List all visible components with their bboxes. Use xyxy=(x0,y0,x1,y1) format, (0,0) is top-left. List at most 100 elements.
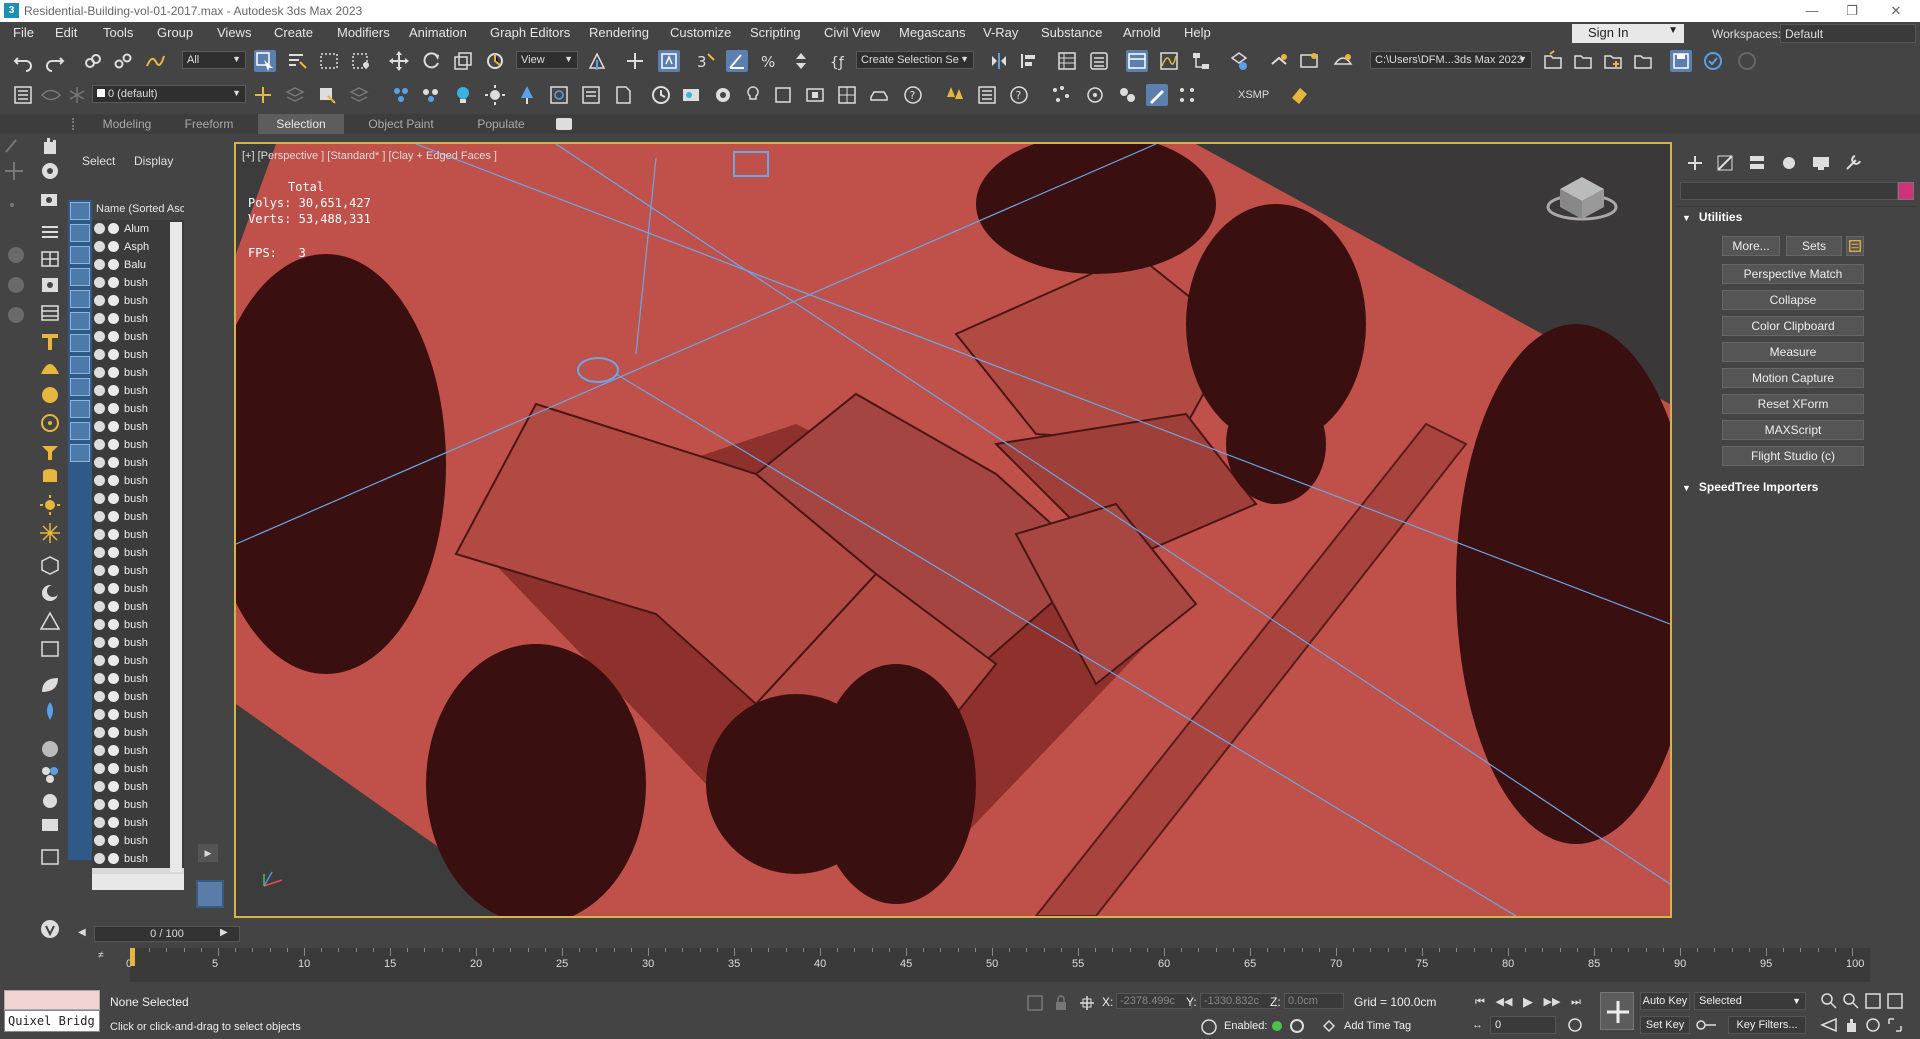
layer-manager-icon[interactable] xyxy=(12,84,34,106)
filter-hidden-icon[interactable] xyxy=(70,444,90,462)
mirror-icon[interactable] xyxy=(988,50,1010,72)
edit-named-selection-icon[interactable]: {ƒ xyxy=(828,50,850,72)
record-icon[interactable] xyxy=(1290,1019,1304,1033)
speedtree-rollout-title[interactable]: ▼ SpeedTree Importers xyxy=(1682,480,1818,494)
undo-icon[interactable] xyxy=(12,50,34,72)
select-in-layer-icon[interactable] xyxy=(316,84,338,106)
align-icon[interactable] xyxy=(1018,50,1040,72)
snaps-toggle-icon[interactable]: 3 xyxy=(694,50,716,72)
goto-start-icon[interactable]: ⏮ xyxy=(1470,992,1490,1012)
check-icon[interactable] xyxy=(1702,50,1724,72)
menu-create[interactable]: Create xyxy=(274,25,313,40)
viewport-layout-icon[interactable] xyxy=(196,880,224,908)
key-selection-dropdown[interactable]: Selected ▼ xyxy=(1694,992,1806,1010)
keyboard-shortcut-override-icon[interactable] xyxy=(658,50,680,72)
freeze-icon[interactable] xyxy=(108,367,119,378)
time-configuration-icon[interactable] xyxy=(650,84,672,106)
perspective-match-button[interactable]: Perspective Match xyxy=(1722,264,1864,284)
light-lister-icon[interactable] xyxy=(742,84,764,106)
y-coordinate-field[interactable]: -1330.832c xyxy=(1200,993,1276,1009)
menu-animation[interactable]: Animation xyxy=(409,25,467,40)
visibility-icon[interactable] xyxy=(94,709,105,720)
render-production-icon[interactable] xyxy=(1332,50,1354,72)
ball-icon[interactable] xyxy=(38,384,62,406)
zoom-extents-all-icon[interactable] xyxy=(1886,992,1904,1010)
color-clipboard-button[interactable]: Color Clipboard xyxy=(1722,316,1864,336)
menu-tools[interactable]: Tools xyxy=(103,25,133,40)
freeze-icon[interactable] xyxy=(108,619,119,630)
visibility-icon[interactable] xyxy=(94,421,105,432)
gizmo-icon[interactable] xyxy=(1084,84,1106,106)
minimize-icon[interactable]: — xyxy=(1792,2,1832,20)
filter-cameras-icon[interactable] xyxy=(70,268,90,286)
filter-lights-icon[interactable] xyxy=(70,246,90,264)
measure-button[interactable]: Measure xyxy=(1722,342,1864,362)
restore-icon[interactable]: ❐ xyxy=(1832,2,1872,20)
filter-shapes-icon[interactable] xyxy=(70,224,90,242)
redo-icon[interactable] xyxy=(44,50,66,72)
named-selection-dropdown[interactable]: Create Selection Se ▼ xyxy=(856,51,974,69)
utilities-tab-icon[interactable] xyxy=(1842,152,1868,174)
freeze-icon[interactable] xyxy=(108,349,119,360)
zoom-all-icon[interactable] xyxy=(1842,992,1860,1010)
isolate-icon[interactable] xyxy=(1026,994,1044,1012)
current-frame-field[interactable]: 0 xyxy=(1490,1016,1556,1034)
visibility-icon[interactable] xyxy=(94,673,105,684)
freeze-icon[interactable] xyxy=(108,241,119,252)
freeze-icon[interactable] xyxy=(108,439,119,450)
maxscript-button[interactable]: MAXScript xyxy=(1722,420,1864,440)
visibility-icon[interactable] xyxy=(94,403,105,414)
brush-tool-icon[interactable] xyxy=(2,134,26,156)
reference-coord-dropdown[interactable]: View ▼ xyxy=(516,51,578,69)
configure-sets-icon[interactable] xyxy=(1846,236,1864,256)
layer-freeze-icon[interactable] xyxy=(66,84,88,106)
menu-modifiers[interactable]: Modifiers xyxy=(337,25,390,40)
explorer-tab-display[interactable]: Display xyxy=(134,154,173,168)
menu-scripting[interactable]: Scripting xyxy=(750,25,801,40)
hierarchy-tab-icon[interactable] xyxy=(1746,152,1772,174)
freeze-icon[interactable] xyxy=(108,385,119,396)
freeze-icon[interactable] xyxy=(108,403,119,414)
layer-visibility-icon[interactable] xyxy=(40,84,62,106)
flight-studio-button[interactable]: Flight Studio (c) xyxy=(1722,446,1864,466)
rendered-frame-window-icon[interactable] xyxy=(1298,50,1320,72)
workspace-select[interactable]: Default xyxy=(1780,24,1916,43)
visibility-icon[interactable] xyxy=(94,547,105,558)
visibility-icon[interactable] xyxy=(94,349,105,360)
spotlight-icon[interactable] xyxy=(38,440,62,462)
freeze-icon[interactable] xyxy=(108,799,119,810)
tab-freeform[interactable]: Freeform xyxy=(170,114,248,134)
moon-icon[interactable] xyxy=(38,582,62,604)
freeze-icon[interactable] xyxy=(108,709,119,720)
paint-icon[interactable] xyxy=(1116,84,1138,106)
new-project-icon[interactable] xyxy=(1602,50,1624,72)
render-region-icon[interactable] xyxy=(804,84,826,106)
effects-icon[interactable] xyxy=(712,84,734,106)
visibility-icon[interactable] xyxy=(94,457,105,468)
visibility-icon[interactable] xyxy=(94,313,105,324)
select-object-icon[interactable] xyxy=(254,50,276,72)
scatter-icon[interactable] xyxy=(1050,84,1072,106)
time-config-icon[interactable] xyxy=(1566,1016,1584,1034)
menu-civil-view[interactable]: Civil View xyxy=(824,25,880,40)
viewport-config-icon[interactable] xyxy=(548,84,570,106)
freeze-icon[interactable] xyxy=(108,529,119,540)
menu-megascans[interactable]: Megascans xyxy=(899,25,965,40)
visibility-icon[interactable] xyxy=(94,439,105,450)
angle-snap-icon[interactable] xyxy=(726,50,748,72)
sets-button[interactable]: Sets xyxy=(1786,236,1842,256)
unlink-icon[interactable] xyxy=(112,50,134,72)
populate-icon[interactable] xyxy=(420,84,442,106)
visibility-icon[interactable] xyxy=(94,853,105,864)
container-icon[interactable] xyxy=(390,84,412,106)
visibility-icon[interactable] xyxy=(94,727,105,738)
selection-filter-dropdown[interactable]: All ▼ xyxy=(182,51,246,69)
visibility-icon[interactable] xyxy=(94,367,105,378)
select-by-name-icon[interactable] xyxy=(286,50,308,72)
freeze-icon[interactable] xyxy=(108,295,119,306)
forest-pack-icon[interactable] xyxy=(944,84,966,106)
play-animation-icon[interactable]: ▶ xyxy=(1518,992,1538,1012)
current-frame-marker[interactable] xyxy=(130,948,135,966)
visibility-icon[interactable] xyxy=(94,745,105,756)
lock-icon[interactable] xyxy=(1052,994,1070,1012)
